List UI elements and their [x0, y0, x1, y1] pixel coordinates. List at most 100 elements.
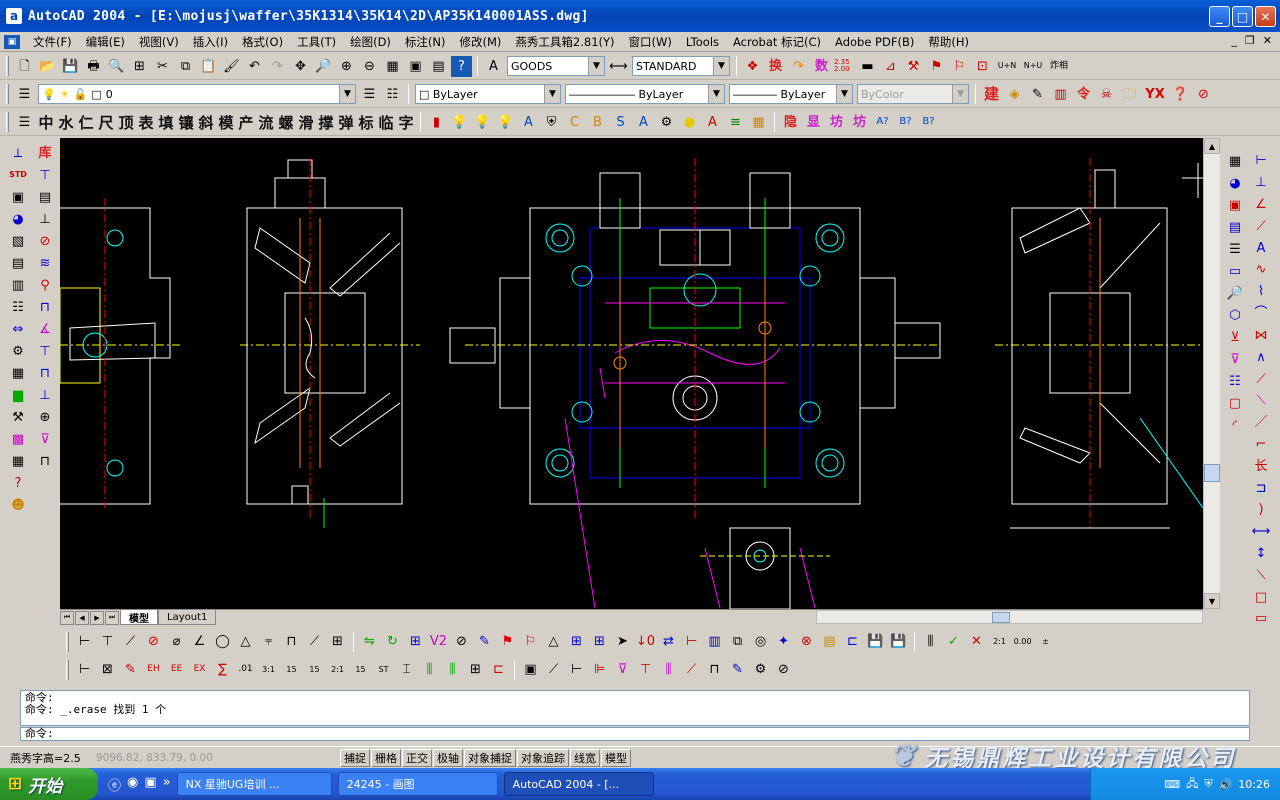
r-box-icon[interactable]: ▢	[1225, 392, 1245, 414]
yx-palette-icon[interactable]: ▥	[1050, 84, 1071, 105]
clock[interactable]: 10:26	[1238, 778, 1270, 791]
r2-hdim-icon[interactable]: ⟷	[1251, 521, 1271, 543]
yx-tool-7-icon[interactable]: ⊿	[880, 56, 901, 77]
menu-file[interactable]: 文件(F)	[26, 33, 79, 51]
ydim-25-icon[interactable]: ⊤	[635, 659, 656, 680]
ortho-toggle[interactable]: 正交	[402, 748, 432, 767]
sprue-icon[interactable]: ⊥	[35, 384, 55, 406]
ydim-11-icon[interactable]: 15	[304, 659, 325, 680]
ydim-21-icon[interactable]: ⟋	[543, 659, 564, 680]
menu-tools[interactable]: 工具(T)	[290, 33, 343, 51]
nozzle-icon[interactable]: ⊤	[35, 164, 55, 186]
r2-square-icon[interactable]: □	[1251, 586, 1271, 608]
zoom-realtime-icon[interactable]: 🔎	[313, 56, 334, 77]
mod-cursor-icon[interactable]: ➤	[612, 631, 633, 652]
yx-bulb-icon[interactable]: 💡	[449, 112, 470, 133]
calc-icon[interactable]: ▦	[8, 450, 28, 472]
yx-tool-11-icon[interactable]: ⊡	[972, 56, 993, 77]
r-list-icon[interactable]: ☰	[1225, 238, 1245, 260]
ydim-27-icon[interactable]: ⟋	[681, 659, 702, 680]
ydim-20-icon[interactable]: ▣	[520, 659, 541, 680]
r-sphere-icon[interactable]: ◕	[1225, 172, 1245, 194]
mod-save-icon[interactable]: 💾	[865, 631, 886, 652]
bolt-icon[interactable]: ⚲	[35, 274, 55, 296]
yx-s-icon[interactable]: S	[610, 112, 631, 133]
r2-rect-icon[interactable]: ▭	[1251, 608, 1271, 630]
preview-icon[interactable]: 🔍	[106, 56, 127, 77]
mod-save2-icon[interactable]: 💾	[888, 631, 909, 652]
r-search-icon[interactable]: 🔎	[1225, 282, 1245, 304]
network-icon[interactable]: 🖧	[1186, 775, 1198, 794]
cross-icon[interactable]: ⊕	[35, 406, 55, 428]
r-table-icon[interactable]: ▦	[1225, 150, 1245, 172]
yx-pencil-icon[interactable]: ✎	[1027, 84, 1048, 105]
model-toggle[interactable]: 模型	[601, 748, 631, 767]
yx-text-button[interactable]: 字	[396, 112, 416, 133]
dim-leader-icon[interactable]: ⟋	[304, 631, 325, 652]
menu-edit[interactable]: 编辑(E)	[79, 33, 132, 51]
properties-icon[interactable]: ▦	[382, 56, 403, 77]
ydim-18-icon[interactable]: ⊞	[465, 659, 486, 680]
plate-icon[interactable]: ▤	[35, 186, 55, 208]
ydim-29-icon[interactable]: ✎	[727, 659, 748, 680]
yx-support-button[interactable]: 撑	[316, 112, 336, 133]
dim-circle-icon[interactable]: ◯	[212, 631, 233, 652]
mod-flag2-icon[interactable]: ⚐	[520, 631, 541, 652]
clamp-icon[interactable]: ⊓	[35, 450, 55, 472]
yx-circle-icon[interactable]: ●	[679, 112, 700, 133]
mod-zero-icon[interactable]: ↓0	[635, 631, 656, 652]
media-icon[interactable]: ◉	[127, 775, 138, 794]
yx-hide-button[interactable]: 隐	[780, 112, 801, 133]
yx-spring-button[interactable]: 弹	[336, 112, 356, 133]
r2-mark-icon[interactable]: ⋈	[1251, 325, 1271, 347]
yx-gear-icon[interactable]: ⚙	[656, 112, 677, 133]
new-icon[interactable]: 🗋	[14, 56, 35, 77]
yx-skull-icon[interactable]: ☠	[1096, 84, 1117, 105]
r-bar-icon[interactable]: ▭	[1225, 260, 1245, 282]
tab-first-button[interactable]: ⏮	[60, 610, 74, 625]
yx-chart-icon[interactable]: ▮	[426, 112, 447, 133]
mod-bars-icon[interactable]: ⫼	[920, 631, 941, 652]
r2-zigzag-icon[interactable]: ⌇	[1251, 281, 1271, 303]
ydim-26-icon[interactable]: ⫼	[658, 659, 679, 680]
block-icon[interactable]: ▣	[8, 186, 28, 208]
ydim-9-icon[interactable]: 3:1	[258, 659, 279, 680]
horizontal-scrollbar[interactable]	[816, 610, 1203, 624]
menu-modify[interactable]: 修改(M)	[453, 33, 509, 51]
yx-tool-8-icon[interactable]: ⚒	[903, 56, 924, 77]
print-icon[interactable]: 🖶	[83, 56, 104, 77]
library-button[interactable]: 库	[35, 142, 55, 164]
mod-grid2-icon[interactable]: ⊞	[589, 631, 610, 652]
menu-dimension[interactable]: 标注(N)	[398, 33, 453, 51]
mod-tag-icon[interactable]: ▤	[819, 631, 840, 652]
zoom-previous-icon[interactable]: ⊖	[359, 56, 380, 77]
yx-flow-button[interactable]: 流	[256, 112, 276, 133]
layer-select[interactable]: 💡 ☀ 🔓 □ 0 ▼	[38, 84, 356, 104]
yx-ren-button[interactable]: 仁	[76, 112, 96, 133]
yx-command-button[interactable]: 令	[1073, 84, 1094, 105]
minimize-button[interactable]: _	[1209, 6, 1230, 27]
yx-ruler-button[interactable]: 尺	[96, 112, 116, 133]
r2-line2-icon[interactable]: ／	[1251, 412, 1271, 434]
document-icon[interactable]: ▣	[4, 34, 20, 49]
sphere-icon[interactable]: ◕	[8, 208, 28, 230]
lineweight-toggle[interactable]: 线宽	[570, 748, 600, 767]
ydim-23-icon[interactable]: ⊫	[589, 659, 610, 680]
pillar-icon[interactable]: ▥	[8, 274, 28, 296]
r2-peak-icon[interactable]: ∧	[1251, 346, 1271, 368]
maximize-button[interactable]: □	[1232, 6, 1253, 27]
osnap-toggle[interactable]: 对象捕捉	[464, 748, 516, 767]
r-grid-icon[interactable]: ▤	[1225, 216, 1245, 238]
arrow-lr-icon[interactable]: ⇔	[8, 318, 28, 340]
pan-icon[interactable]: ✥	[290, 56, 311, 77]
yx-tool-10-icon[interactable]: ⚐	[949, 56, 970, 77]
scroll-down-button[interactable]: ▼	[1204, 593, 1220, 609]
yx-b-icon[interactable]: B	[587, 112, 608, 133]
yx-scale-icon[interactable]: 2.35 2.00	[834, 56, 855, 77]
ydim-16-icon[interactable]: ⫼	[419, 659, 440, 680]
doc-close-button[interactable]: ✕	[1263, 34, 1272, 47]
ydim-5-icon[interactable]: EE	[166, 659, 187, 680]
yx-a-icon[interactable]: A	[518, 112, 539, 133]
r-funnel-icon[interactable]: ⊽	[1225, 348, 1245, 370]
r2-perp-icon[interactable]: ⊥	[1251, 172, 1271, 194]
